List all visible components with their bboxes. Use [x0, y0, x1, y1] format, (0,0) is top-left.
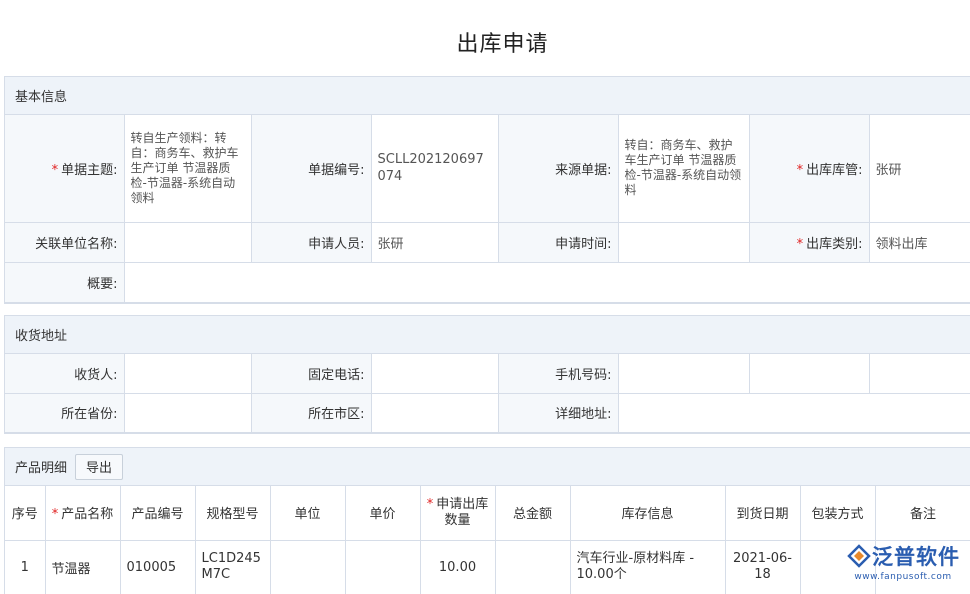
phone-input[interactable]	[371, 354, 498, 393]
province-label: 所在省份:	[5, 393, 124, 432]
keeper-value[interactable]: 张研	[869, 115, 970, 222]
logo-url: www.fanpusoft.com	[846, 572, 960, 582]
address-header: 收货地址	[5, 316, 970, 354]
city-label: 所在市区:	[251, 393, 371, 432]
city-input[interactable]	[371, 393, 498, 432]
products-header: 产品明细 导出	[5, 448, 970, 486]
subject-value[interactable]: 转自生产领料：转自：商务车、救护车生产订单 节温器质检-节温器-系统自动领料	[124, 115, 251, 222]
col-unit: 单位	[270, 486, 345, 540]
products-section: 产品明细 导出 序号 *产品名称 产品编号 规格型号 单位 单价 *申请出库数量…	[4, 447, 970, 594]
logo-text: 泛普软件	[872, 541, 960, 571]
col-seq: 序号	[5, 486, 45, 540]
out-type-value[interactable]: 领料出库	[869, 222, 970, 262]
doc-no-value[interactable]: SCLL202120697074	[371, 115, 498, 222]
apply-time-label: 申请时间:	[498, 222, 618, 262]
apply-time-value[interactable]	[618, 222, 749, 262]
col-code: 产品编号	[120, 486, 195, 540]
detail-address-label: 详细地址:	[498, 393, 618, 432]
basic-info-table: *单据主题: 转自生产领料：转自：商务车、救护车生产订单 节温器质检-节温器-系…	[5, 115, 970, 303]
address-table: 收货人: 固定电话: 手机号码: 所在省份: 所在市区: 详细地址:	[5, 354, 970, 433]
col-remark: 备注	[875, 486, 970, 540]
col-stock: 库存信息	[570, 486, 725, 540]
cell-name[interactable]: 节温器	[45, 540, 120, 594]
receiver-label: 收货人:	[5, 354, 124, 393]
address-section: 收货地址 收货人: 固定电话: 手机号码: 所在省份: 所在市区: 详细地址:	[4, 315, 970, 434]
phone-label: 固定电话:	[251, 354, 371, 393]
out-type-label: *出库类别:	[749, 222, 869, 262]
basic-info-header: 基本信息	[5, 77, 970, 115]
col-qty: *申请出库数量	[420, 486, 495, 540]
col-arrival: 到货日期	[725, 486, 800, 540]
products-title: 产品明细	[15, 457, 67, 476]
subject-label: *单据主题:	[5, 115, 124, 222]
basic-info-section: 基本信息 *单据主题: 转自生产领料：转自：商务车、救护车生产订单 节温器质检-…	[4, 76, 970, 304]
mobile-input[interactable]	[618, 354, 749, 393]
page-title: 出库申请	[0, 26, 970, 58]
detail-address-input[interactable]	[618, 393, 970, 432]
cell-stock: 汽车行业-原材料库 - 10.00个	[570, 540, 725, 594]
cell-unit[interactable]	[270, 540, 345, 594]
cell-qty[interactable]: 10.00	[420, 540, 495, 594]
cell-arrival[interactable]: 2021-06-18	[725, 540, 800, 594]
col-spec: 规格型号	[195, 486, 270, 540]
applicant-value[interactable]: 张研	[371, 222, 498, 262]
cell-seq: 1	[5, 540, 45, 594]
address-empty-cell-1	[749, 354, 869, 393]
cell-price[interactable]	[345, 540, 420, 594]
summary-value[interactable]	[124, 262, 970, 302]
keeper-label: *出库库管:	[749, 115, 869, 222]
col-price: 单价	[345, 486, 420, 540]
products-table: 序号 *产品名称 产品编号 规格型号 单位 单价 *申请出库数量 总金额 库存信…	[5, 486, 970, 594]
receiver-input[interactable]	[124, 354, 251, 393]
address-empty-cell-2	[869, 354, 970, 393]
province-input[interactable]	[124, 393, 251, 432]
col-amount: 总金额	[495, 486, 570, 540]
mobile-label: 手机号码:	[498, 354, 618, 393]
summary-label: 概要:	[5, 262, 124, 302]
source-doc-label: 来源单据:	[498, 115, 618, 222]
source-doc-value[interactable]: 转自：商务车、救护车生产订单 节温器质检-节温器-系统自动领料	[618, 115, 749, 222]
brand-logo: 泛普软件 www.fanpusoft.com	[846, 541, 960, 582]
cell-spec[interactable]: LC1D245M7C	[195, 540, 270, 594]
cell-code[interactable]: 010005	[120, 540, 195, 594]
fanpu-logo-icon	[846, 544, 872, 568]
col-name: *产品名称	[45, 486, 120, 540]
applicant-label: 申请人员:	[251, 222, 371, 262]
cell-amount	[495, 540, 570, 594]
table-header-row: 序号 *产品名称 产品编号 规格型号 单位 单价 *申请出库数量 总金额 库存信…	[5, 486, 970, 540]
doc-no-label: 单据编号:	[251, 115, 371, 222]
unit-name-value[interactable]	[124, 222, 251, 262]
table-row[interactable]: 1 节温器 010005 LC1D245M7C 10.00 汽车行业-原材料库 …	[5, 540, 970, 594]
unit-name-label: 关联单位名称:	[5, 222, 124, 262]
export-button[interactable]: 导出	[75, 454, 123, 480]
col-pack: 包装方式	[800, 486, 875, 540]
